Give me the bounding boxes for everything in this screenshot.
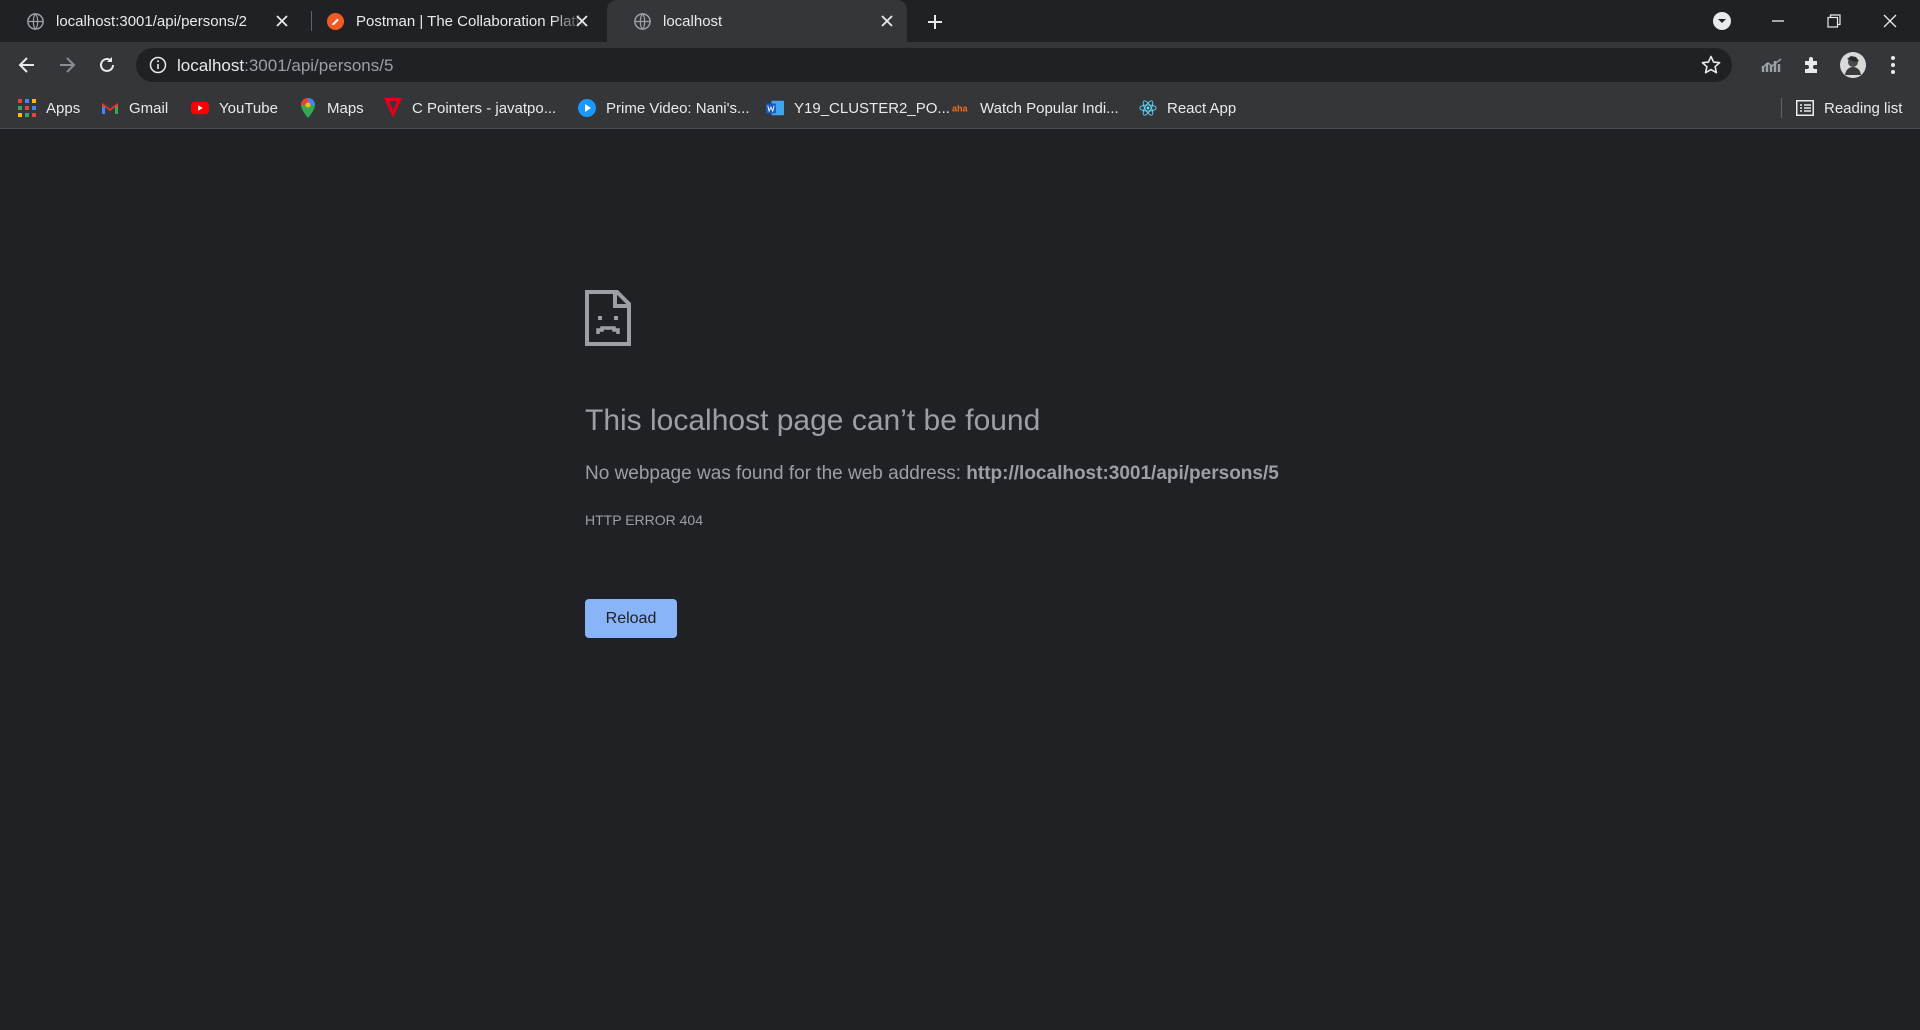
- sad-document-icon: [585, 290, 631, 346]
- avatar: [1840, 52, 1866, 78]
- url-path: :3001/api/persons/5: [244, 56, 394, 75]
- reading-list-icon: [1796, 99, 1814, 117]
- browser-menu-button[interactable]: [1878, 50, 1908, 80]
- tab-title: localhost:3001/api/persons/2: [56, 12, 247, 30]
- info-icon[interactable]: [149, 56, 167, 74]
- more-vertical-icon: [1891, 56, 1895, 74]
- restore-icon: [1827, 14, 1841, 28]
- url-text[interactable]: localhost:3001/api/persons/5: [177, 56, 393, 76]
- new-tab-button[interactable]: [922, 9, 948, 35]
- bookmarks-divider: [1781, 98, 1782, 118]
- tab-persons-2[interactable]: localhost:3001/api/persons/2: [0, 0, 302, 42]
- word-doc-icon: [766, 99, 784, 117]
- back-button[interactable]: [12, 50, 42, 80]
- reload-button[interactable]: Reload: [585, 599, 677, 638]
- arrow-left-icon: [18, 57, 34, 73]
- close-tab-icon[interactable]: [572, 11, 592, 31]
- minimize-icon: [1772, 20, 1784, 22]
- globe-icon: [27, 12, 44, 30]
- tab-search-button[interactable]: [1694, 0, 1750, 42]
- reading-list-label: Reading list: [1824, 99, 1903, 117]
- svg-text:aha: aha: [952, 104, 969, 114]
- tab-localhost-active[interactable]: localhost: [607, 0, 907, 42]
- bookmark-label: YouTube: [219, 99, 278, 117]
- globe-icon: [634, 12, 651, 30]
- bookmark-label: React App: [1167, 99, 1237, 117]
- bookmark-label: Prime Video: Nani's...: [606, 99, 750, 117]
- restore-button[interactable]: [1806, 0, 1862, 42]
- bookmarks-bar: Apps Gmail YouTube Maps C Pointers - jav…: [0, 88, 1920, 129]
- bookmark-watch-popular[interactable]: aha Watch Popular Indi...: [952, 88, 1119, 128]
- tab-title: localhost: [663, 12, 723, 30]
- bookmark-label: Y19_CLUSTER2_PO...: [794, 99, 950, 117]
- close-window-button[interactable]: [1862, 0, 1918, 42]
- tab-strip: localhost:3001/api/persons/2 Postman | T…: [0, 0, 1920, 42]
- url-host: localhost: [177, 56, 245, 75]
- chart-extension-icon: [1761, 58, 1782, 72]
- aha-icon: aha: [952, 99, 970, 117]
- bookmark-y19-cluster[interactable]: Y19_CLUSTER2_PO...: [766, 88, 950, 128]
- close-tab-icon[interactable]: [877, 11, 897, 31]
- page-title: This localhost page can’t be found: [585, 404, 1041, 437]
- gmail-icon: [101, 99, 119, 117]
- reload-toolbar-button[interactable]: [92, 50, 122, 80]
- bookmark-star-icon[interactable]: [1700, 54, 1722, 76]
- extensions-button[interactable]: [1797, 50, 1827, 80]
- react-icon: [1139, 99, 1157, 117]
- bookmark-youtube[interactable]: YouTube: [191, 88, 278, 128]
- bookmark-react-app[interactable]: React App: [1139, 88, 1236, 128]
- bookmark-maps[interactable]: Maps: [299, 88, 364, 128]
- bookmark-prime-video[interactable]: Prime Video: Nani's...: [578, 88, 749, 128]
- refresh-icon: [100, 57, 114, 72]
- address-bar[interactable]: localhost:3001/api/persons/5: [136, 48, 1732, 82]
- browser-toolbar: localhost:3001/api/persons/5: [0, 42, 1920, 88]
- error-code: HTTP ERROR 404: [585, 512, 703, 528]
- bookmark-gmail[interactable]: Gmail: [101, 88, 168, 128]
- performance-extension-button[interactable]: [1757, 50, 1787, 80]
- tab-search-dropdown-icon: [1713, 12, 1731, 30]
- maps-pin-icon: [299, 98, 317, 118]
- bookmark-label: Gmail: [129, 99, 169, 117]
- forward-button[interactable]: [52, 50, 82, 80]
- error-url: http://localhost:3001/api/persons/5: [966, 463, 1279, 484]
- bookmark-c-pointers[interactable]: C Pointers - javatpo...: [384, 88, 556, 128]
- close-icon: [1883, 14, 1897, 28]
- bookmark-label: Apps: [46, 99, 81, 117]
- close-tab-icon[interactable]: [272, 11, 292, 31]
- javatpoint-icon: [384, 98, 402, 118]
- plus-icon: [928, 15, 942, 29]
- error-description: No webpage was found for the web address…: [585, 463, 1279, 485]
- tab-postman[interactable]: Postman | The Collaboration Platform for…: [300, 0, 602, 42]
- postman-icon: [326, 12, 345, 30]
- bookmark-label: C Pointers - javatpo...: [412, 99, 557, 117]
- arrow-right-icon: [60, 57, 76, 73]
- minimize-button[interactable]: [1750, 0, 1806, 42]
- apps-grid-icon: [18, 99, 36, 117]
- profile-avatar-button[interactable]: [1838, 50, 1868, 80]
- bookmark-label: Watch Popular Indi...: [980, 99, 1119, 117]
- prime-video-icon: [578, 99, 596, 117]
- bookmark-label: Maps: [327, 99, 364, 117]
- youtube-icon: [191, 99, 209, 117]
- reading-list-button[interactable]: Reading list: [1796, 88, 1902, 128]
- error-description-text: No webpage was found for the web address…: [585, 463, 967, 484]
- tab-title: Postman | The Collaboration Platform for…: [356, 12, 586, 30]
- bookmark-apps[interactable]: Apps: [18, 88, 80, 128]
- puzzle-icon: [1805, 57, 1817, 73]
